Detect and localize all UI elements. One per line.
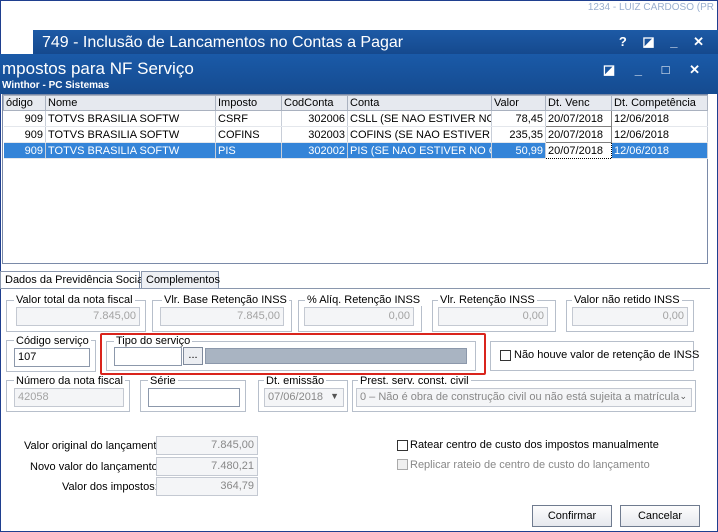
column-header-dt-competencia[interactable]: Dt. Competência — [611, 95, 708, 111]
tab-complementos[interactable]: Complementos — [141, 271, 220, 289]
chevron-down-icon: ⌄ — [679, 391, 687, 401]
cell-nome: TOTVS BRASILIA SOFTW — [45, 126, 216, 143]
replicar-checkbox[interactable] — [397, 459, 408, 470]
column-header-imposto[interactable]: Imposto — [215, 95, 282, 111]
ratear-label: Ratear centro de custo dos impostos manu… — [410, 439, 659, 451]
cell-valor: 50,99 — [491, 142, 546, 159]
cell-imposto: CSRF — [215, 110, 282, 127]
numero-nf-label: Número da nota fiscal — [14, 375, 125, 387]
nao-retido-label: Valor não retido INSS — [572, 294, 682, 306]
sem-retencao-checkbox[interactable] — [500, 350, 511, 361]
aliquota-field[interactable]: 0,00 — [304, 307, 414, 326]
dialog-titlebar: mpostos para NF Serviço Winthor - PC Sis… — [0, 54, 718, 94]
cell-conta: CSLL (SE NAO ESTIVER NO CM — [347, 110, 492, 127]
valor-impostos-field[interactable]: 364,79 — [156, 477, 258, 496]
highlight-box — [100, 333, 486, 375]
cell-imposto: COFINS — [215, 126, 282, 143]
column-header-nome[interactable]: Nome — [45, 95, 216, 111]
back-window-title: 749 - Inclusão de Lancamentos no Contas … — [42, 34, 404, 51]
nao-retido-field[interactable]: 0,00 — [572, 307, 688, 326]
cell-valor: 78,45 — [491, 110, 546, 127]
cell-codigo: 909 — [3, 142, 46, 159]
valor-original-field[interactable]: 7.845,00 — [156, 436, 258, 455]
novo-valor-field[interactable]: 7.480,21 — [156, 457, 258, 476]
table-row-selected[interactable]: 909 TOTVS BRASILIA SOFTW PIS 302002 PIS … — [3, 142, 708, 159]
vlr-retencao-field[interactable]: 0,00 — [438, 307, 548, 326]
taxes-grid[interactable]: ódigo Nome Imposto CodConta Conta Valor … — [2, 94, 708, 264]
cell-codconta: 302002 — [281, 142, 348, 159]
tab-dados-previdencia[interactable]: Dados da Previdência Social — [0, 271, 146, 289]
back-window-controls[interactable]: ? ◪ _ ✕ — [619, 34, 710, 50]
table-row[interactable]: 909 TOTVS BRASILIA SOFTW CSRF 302006 CSL… — [3, 110, 708, 127]
prest-serv-value: 0 – Não é obra de construção civil ou nã… — [360, 391, 680, 403]
valor-original-label: Valor original do lançamento: — [24, 440, 166, 452]
cell-nome: TOTVS BRASILIA SOFTW — [45, 110, 216, 127]
prest-serv-select[interactable]: 0 – Não é obra de construção civil ou nã… — [356, 388, 692, 407]
cell-dt-venc[interactable]: 20/07/2018 — [545, 126, 612, 143]
column-header-codconta[interactable]: CodConta — [281, 95, 348, 111]
valor-total-label: Valor total da nota fiscal — [14, 294, 135, 306]
cell-codconta: 302006 — [281, 110, 348, 127]
cancelar-button[interactable]: Cancelar — [620, 505, 700, 527]
codigo-servico-label: Código serviço — [14, 335, 91, 347]
valor-total-field[interactable]: 7.845,00 — [16, 307, 140, 326]
prest-serv-label: Prest. serv. const. civil — [358, 375, 471, 387]
base-retencao-field[interactable]: 7.845,00 — [160, 307, 284, 326]
back-window-titlebar: 749 - Inclusão de Lancamentos no Contas … — [33, 30, 718, 54]
dt-emissao-field[interactable]: 07/06/2018 ▼ — [264, 388, 344, 407]
base-retencao-label: Vlr. Base Retenção INSS — [162, 294, 289, 306]
cell-codigo: 909 — [3, 126, 46, 143]
dt-emissao-label: Dt. emissão — [264, 375, 327, 387]
cell-dt-venc[interactable]: 20/07/2018 — [545, 110, 612, 127]
serie-label: Série — [148, 375, 178, 387]
vlr-retencao-label: Vlr. Retenção INSS — [438, 294, 537, 306]
cell-imposto: PIS — [215, 142, 282, 159]
cell-conta: PIS (SE NAO ESTIVER NO CMV — [347, 142, 492, 159]
cell-dt-competencia: 12/06/2018 — [611, 110, 708, 127]
table-row[interactable]: 909 TOTVS BRASILIA SOFTW COFINS 302003 C… — [3, 126, 708, 143]
cell-dt-venc[interactable]: 20/07/2018 — [545, 142, 612, 159]
aliquota-label: % Alíq. Retenção INSS — [305, 294, 423, 306]
grid-header-row: ódigo Nome Imposto CodConta Conta Valor … — [3, 95, 708, 111]
cell-valor: 235,35 — [491, 126, 546, 143]
cell-codconta: 302003 — [281, 126, 348, 143]
dialog-window-controls[interactable]: ◪ _ □ ✕ — [603, 62, 708, 78]
cell-dt-competencia: 12/06/2018 — [611, 126, 708, 143]
dialog-title: mpostos para NF Serviço — [2, 59, 194, 78]
column-header-codigo[interactable]: ódigo — [3, 95, 46, 111]
cell-dt-competencia: 12/06/2018 — [611, 142, 708, 159]
column-header-valor[interactable]: Valor — [491, 95, 546, 111]
confirmar-button[interactable]: Confirmar — [532, 505, 612, 527]
ratear-checkbox[interactable] — [397, 440, 408, 451]
novo-valor-label: Novo valor do lançamento: — [30, 461, 161, 473]
serie-field[interactable] — [148, 388, 240, 407]
dialog-subtitle: Winthor - PC Sistemas — [2, 80, 110, 91]
codigo-servico-field[interactable]: 107 — [14, 348, 90, 367]
chevron-down-icon: ▼ — [330, 391, 339, 401]
column-header-dt-venc[interactable]: Dt. Venc — [545, 95, 612, 111]
confirmar-button-label: Confirmar — [547, 510, 597, 522]
sem-retencao-label: Não houve valor de retenção de INSS — [514, 349, 700, 361]
numero-nf-field[interactable]: 42058 — [14, 388, 124, 407]
valor-impostos-label: Valor dos impostos: — [62, 481, 158, 493]
user-label: 1234 - LUIZ CARDOSO (PR — [587, 2, 714, 13]
cell-nome: TOTVS BRASILIA SOFTW — [45, 142, 216, 159]
dt-emissao-value: 07/06/2018 — [268, 391, 324, 403]
cell-codigo: 909 — [3, 110, 46, 127]
column-header-conta[interactable]: Conta — [347, 95, 492, 111]
cell-conta: COFINS (SE NAO ESTIVER NO — [347, 126, 492, 143]
replicar-label: Replicar rateio de centro de custo do la… — [410, 459, 650, 471]
cancelar-button-label: Cancelar — [637, 510, 683, 522]
